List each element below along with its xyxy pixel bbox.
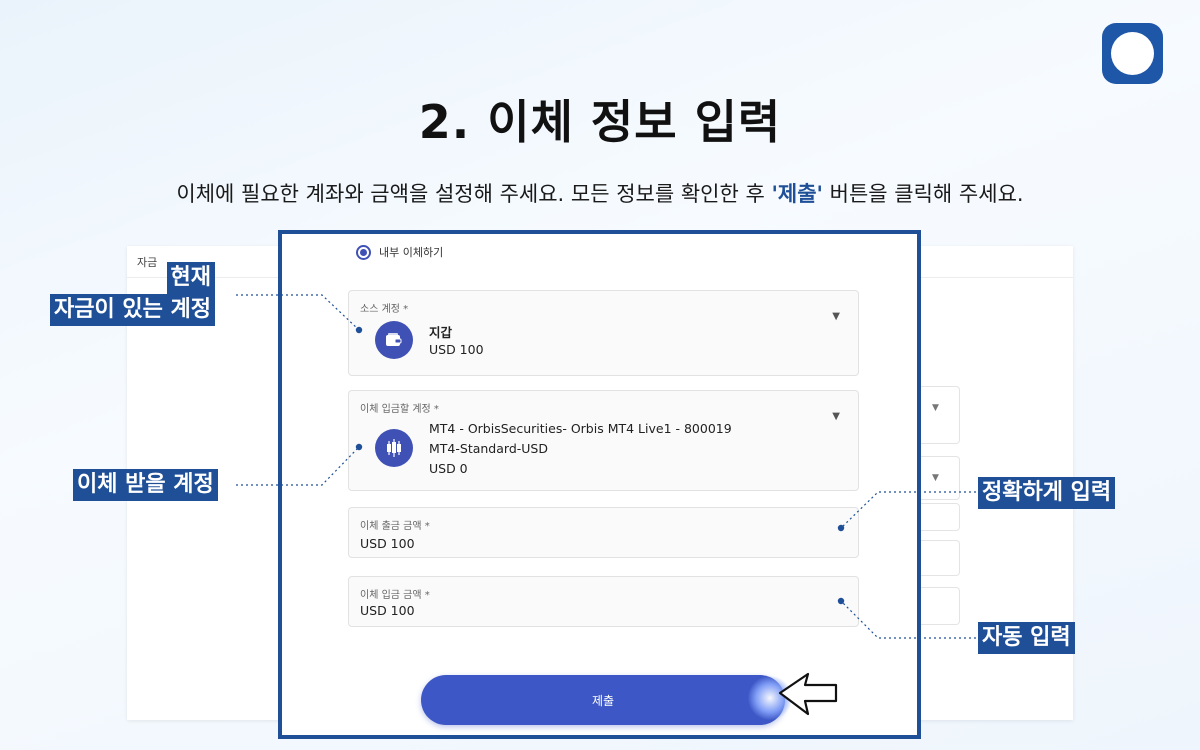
leader-deposit [840, 600, 976, 639]
leader-source [236, 294, 360, 331]
callout-destination-account: 이체 받을 계정 [73, 469, 218, 501]
leader-destination [236, 446, 360, 486]
callout-source-line2: 자금이 있는 계정 [50, 294, 215, 326]
leader-dot [837, 597, 845, 605]
callout-deposit-amount: 자동 입력 [978, 622, 1075, 654]
leader-dot [355, 443, 363, 451]
leader-withdraw [840, 491, 976, 529]
leader-dot [355, 326, 363, 334]
leader-dot [837, 524, 845, 532]
callout-withdraw-amount: 정확하게 입력 [978, 477, 1116, 509]
callout-source-account: 현재 자금이 있는 계정 [50, 262, 215, 326]
callout-source-line1: 현재 [166, 262, 215, 294]
